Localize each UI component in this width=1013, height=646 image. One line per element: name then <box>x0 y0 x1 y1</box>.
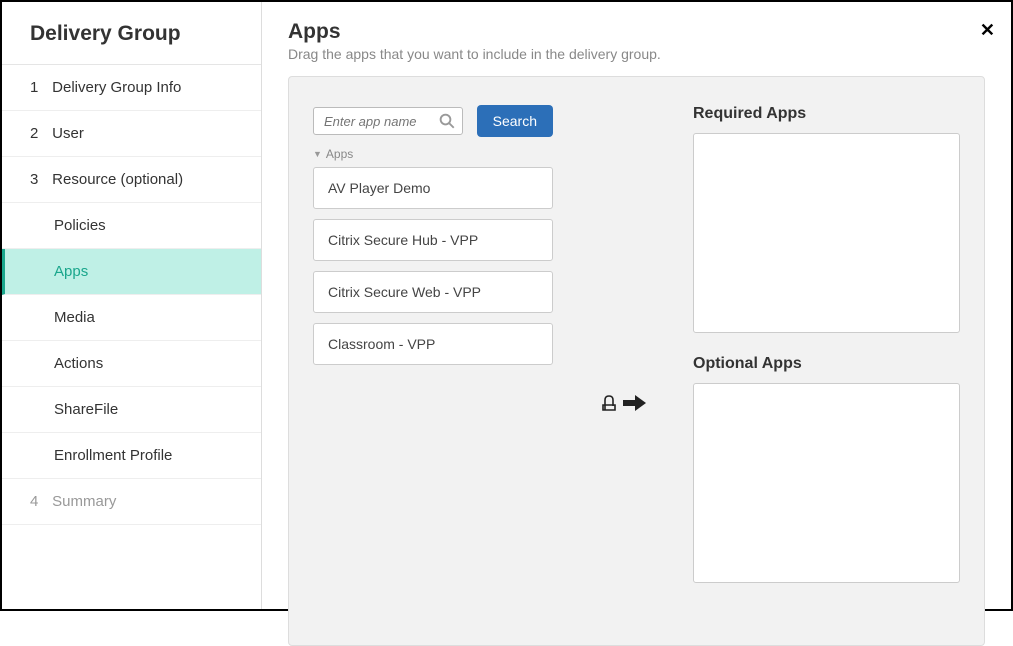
available-apps-column: Search ▼ Apps AV Player Demo Citrix Secu… <box>313 105 553 605</box>
apps-list-header[interactable]: ▼ Apps <box>313 147 553 161</box>
app-item[interactable]: Classroom - VPP <box>313 323 553 365</box>
close-icon: ✕ <box>980 20 995 40</box>
required-apps-dropzone[interactable] <box>693 133 960 333</box>
nav-sub-actions[interactable]: Actions <box>2 341 261 387</box>
drag-arrow-icon <box>599 201 647 605</box>
collapse-icon: ▼ <box>313 149 322 159</box>
apps-panel: Search ▼ Apps AV Player Demo Citrix Secu… <box>288 76 985 646</box>
optional-apps-label: Optional Apps <box>693 355 960 373</box>
nav-delivery-group-info[interactable]: 1 Delivery Group Info <box>2 65 261 111</box>
nav-sub-sharefile[interactable]: ShareFile <box>2 387 261 433</box>
sidebar-title: Delivery Group <box>2 2 261 65</box>
close-button[interactable]: ✕ <box>972 16 1003 45</box>
search-input[interactable] <box>324 114 438 129</box>
nav-sub-enrollment-profile[interactable]: Enrollment Profile <box>2 433 261 479</box>
page-title: Apps <box>288 20 985 44</box>
app-item[interactable]: AV Player Demo <box>313 167 553 209</box>
search-icon <box>438 112 456 130</box>
search-button[interactable]: Search <box>477 105 553 137</box>
nav-resource[interactable]: 3 Resource (optional) <box>2 157 261 203</box>
nav-sub-policies[interactable]: Policies <box>2 203 261 249</box>
main-content: ✕ Apps Drag the apps that you want to in… <box>262 2 1011 609</box>
sidebar: Delivery Group 1 Delivery Group Info 2 U… <box>2 2 262 609</box>
optional-apps-dropzone[interactable] <box>693 383 960 583</box>
target-apps-column: Required Apps Optional Apps <box>693 105 960 605</box>
search-box <box>313 107 463 135</box>
drag-indicator-column <box>593 105 653 605</box>
app-item[interactable]: Citrix Secure Web - VPP <box>313 271 553 313</box>
app-item[interactable]: Citrix Secure Hub - VPP <box>313 219 553 261</box>
nav-summary[interactable]: 4 Summary <box>2 479 261 525</box>
nav-sub-media[interactable]: Media <box>2 295 261 341</box>
required-apps-label: Required Apps <box>693 105 960 123</box>
page-description: Drag the apps that you want to include i… <box>288 46 985 62</box>
nav-user[interactable]: 2 User <box>2 111 261 157</box>
search-row: Search <box>313 105 553 137</box>
nav-sub-apps[interactable]: Apps <box>2 249 261 295</box>
